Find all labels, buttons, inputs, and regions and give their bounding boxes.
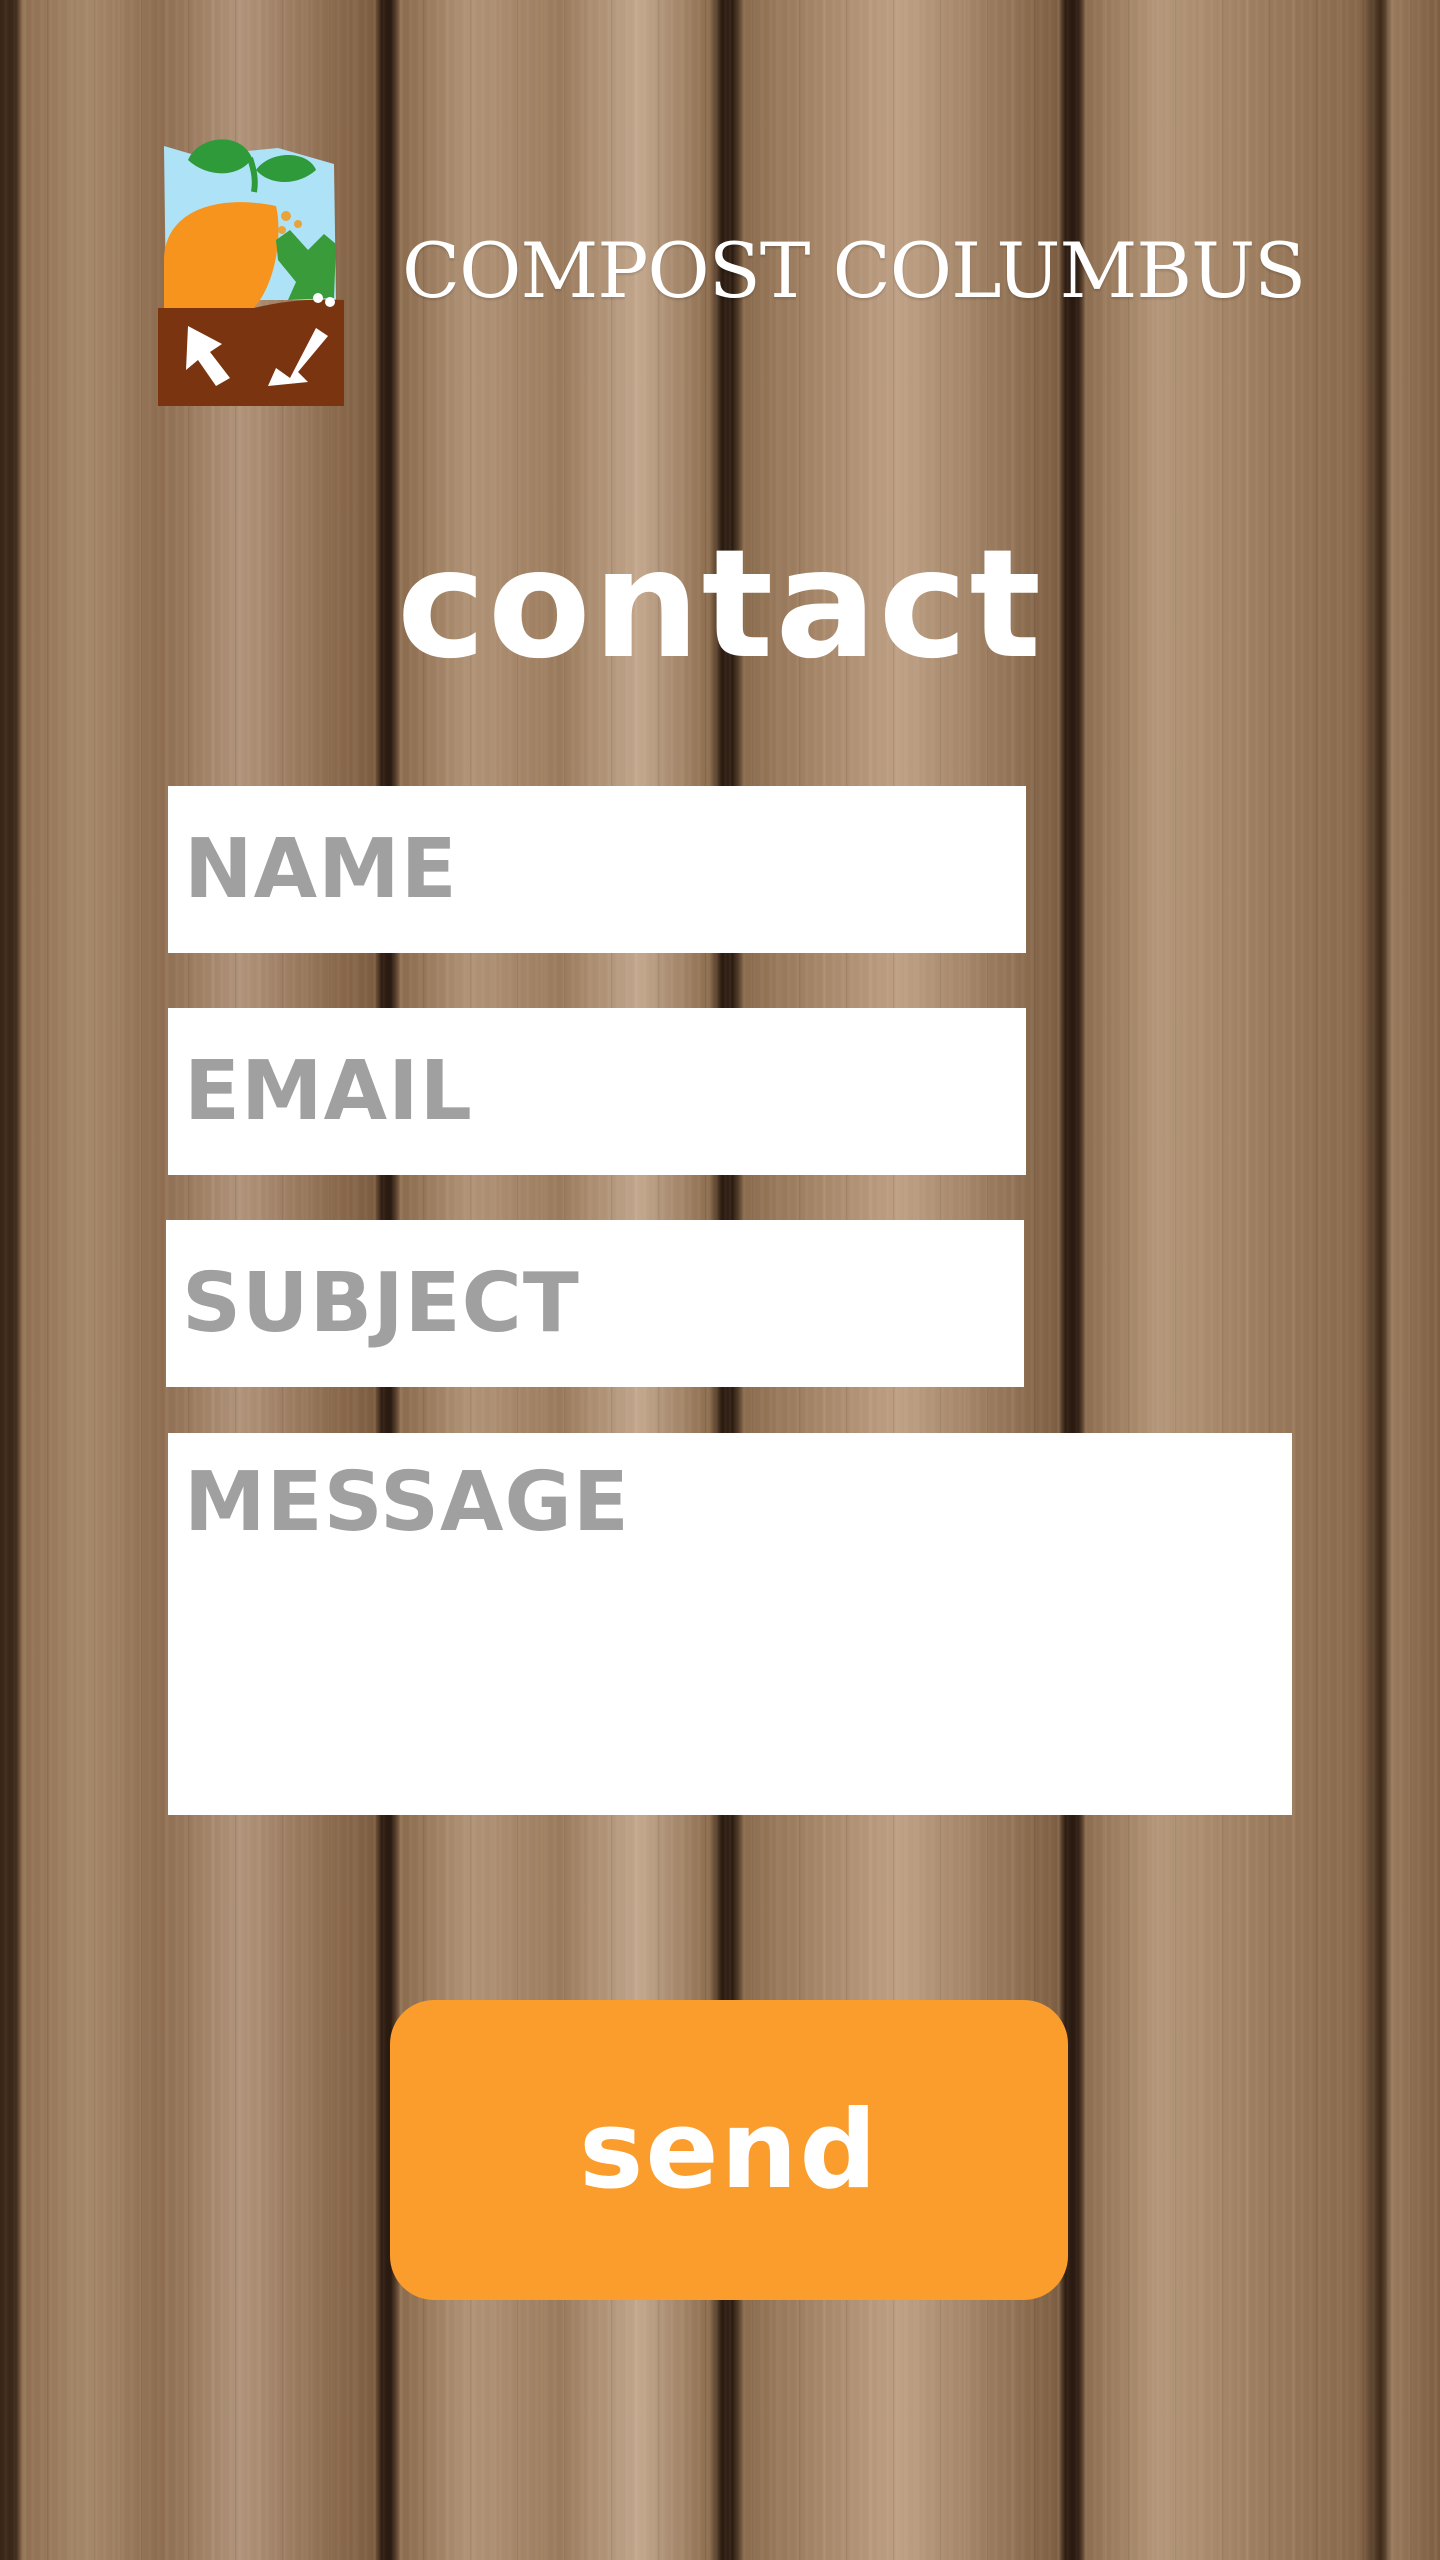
message-field[interactable] bbox=[168, 1433, 1292, 1815]
subject-field[interactable] bbox=[166, 1220, 1024, 1387]
compost-logo-icon bbox=[158, 130, 344, 406]
email-field[interactable] bbox=[168, 1008, 1026, 1175]
name-field[interactable] bbox=[168, 786, 1026, 953]
page-title: contact bbox=[396, 518, 1044, 692]
brand-name: COMPOST COLUMBUS bbox=[402, 226, 1306, 315]
send-button[interactable]: send bbox=[390, 2000, 1068, 2300]
